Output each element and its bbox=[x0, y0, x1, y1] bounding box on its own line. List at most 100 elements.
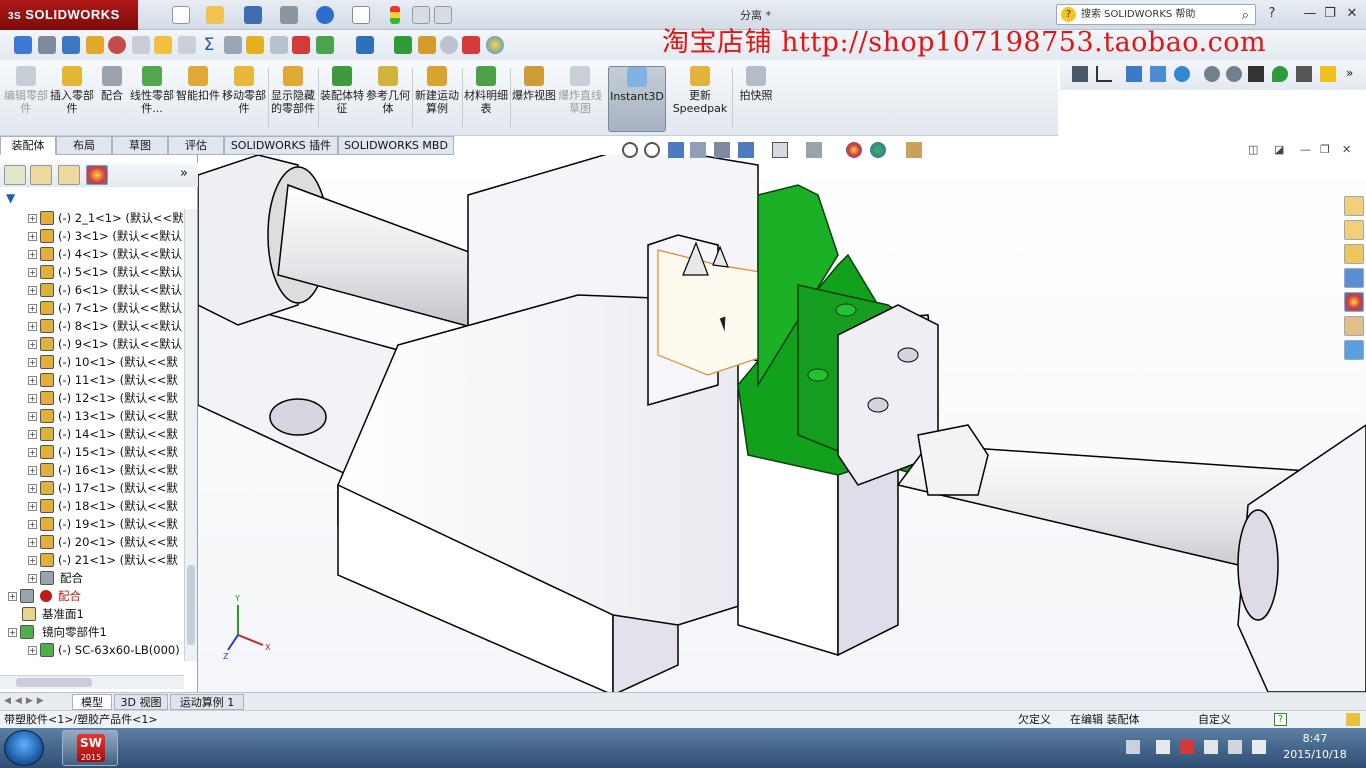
options-icon[interactable] bbox=[434, 6, 452, 24]
tree-node[interactable]: + (-) 16<1> (默认<<默 bbox=[0, 461, 184, 479]
assembly-visual-icon[interactable] bbox=[316, 36, 334, 54]
scroll-thumb[interactable] bbox=[187, 565, 195, 645]
security-tray-icon[interactable] bbox=[1180, 740, 1194, 754]
save-icon[interactable] bbox=[244, 6, 262, 24]
smart-fasteners-button[interactable]: 智能扣件 bbox=[176, 66, 220, 132]
restore-button[interactable]: ❐ bbox=[1320, 5, 1340, 23]
update-speedpak-button[interactable]: 更新Speedpak bbox=[670, 66, 730, 132]
status-custom-units[interactable]: 自定义 bbox=[1198, 711, 1231, 728]
filter-icon[interactable]: ▼ bbox=[6, 191, 15, 205]
expand-toggle-icon[interactable]: + bbox=[28, 268, 37, 277]
rebuild-traffic-light-icon[interactable] bbox=[390, 6, 400, 24]
show-hidden-components-button[interactable]: 显示隐藏的零部件 bbox=[270, 66, 316, 132]
symmetry-icon[interactable] bbox=[224, 36, 242, 54]
tree-node[interactable]: + (-) 8<1> (默认<<默认 bbox=[0, 317, 184, 335]
reference-geometry-button[interactable]: 参考几何体 bbox=[366, 66, 410, 132]
sum-icon[interactable]: Σ bbox=[200, 36, 218, 54]
taskbar-solidworks-app[interactable]: SW 2015 bbox=[62, 730, 118, 766]
custom-properties-icon[interactable] bbox=[1344, 316, 1364, 336]
performance-icon[interactable] bbox=[356, 36, 374, 54]
gear-icon[interactable] bbox=[1204, 66, 1220, 82]
expand-toggle-icon[interactable]: + bbox=[28, 250, 37, 259]
search-view-icon[interactable] bbox=[1344, 268, 1364, 288]
expand-toggle-icon[interactable]: + bbox=[28, 232, 37, 241]
expand-toggle-icon[interactable]: + bbox=[28, 484, 37, 493]
spring-icon[interactable] bbox=[1296, 66, 1312, 82]
help-status-icon[interactable]: ? bbox=[1274, 713, 1287, 726]
tree-node[interactable]: + (-) 9<1> (默认<<默认 bbox=[0, 335, 184, 353]
view-orientation-icon[interactable] bbox=[738, 142, 754, 158]
add-icon[interactable] bbox=[1320, 66, 1336, 82]
expand-toggle-icon[interactable]: + bbox=[28, 340, 37, 349]
expand-toggle-icon[interactable]: + bbox=[8, 592, 17, 601]
expand-toggle-icon[interactable]: + bbox=[28, 304, 37, 313]
key-icon[interactable] bbox=[1072, 66, 1088, 82]
tab-assembly[interactable]: 装配体 bbox=[0, 136, 56, 155]
viewport-restore-icon[interactable]: ❐ bbox=[1320, 143, 1330, 156]
tree-node[interactable]: + 配合 bbox=[0, 569, 184, 587]
statistics-icon[interactable] bbox=[270, 36, 288, 54]
viewport-close-icon[interactable]: ✕ bbox=[1342, 143, 1351, 156]
file-properties-icon[interactable] bbox=[412, 6, 430, 24]
scene-icon[interactable] bbox=[870, 142, 886, 158]
expand-toggle-icon[interactable]: + bbox=[28, 646, 37, 655]
assembly-model[interactable]: Y X Z bbox=[198, 155, 1366, 692]
tree-node[interactable]: + (-) 12<1> (默认<<默 bbox=[0, 389, 184, 407]
pin-icon[interactable] bbox=[1272, 66, 1288, 82]
bowl-icon[interactable] bbox=[1248, 66, 1264, 82]
expand-toggle-icon[interactable]: + bbox=[28, 376, 37, 385]
view-settings-icon[interactable] bbox=[906, 142, 922, 158]
viewport-minimize-icon[interactable]: — bbox=[1300, 143, 1311, 156]
tab-motion-study[interactable]: 运动算例 1 bbox=[170, 694, 244, 710]
tree-node[interactable]: + (-) 15<1> (默认<<默 bbox=[0, 443, 184, 461]
tree-node[interactable]: + (-) SC-63x60-LB(000) bbox=[0, 641, 184, 659]
clearance-icon[interactable] bbox=[178, 36, 196, 54]
tag-icon[interactable] bbox=[1346, 713, 1360, 726]
expand-toggle-icon[interactable]: + bbox=[28, 430, 37, 439]
tree-node[interactable]: + (-) 19<1> (默认<<默 bbox=[0, 515, 184, 533]
volume-icon[interactable] bbox=[1252, 740, 1266, 754]
expand-toggle-icon[interactable]: + bbox=[8, 628, 17, 637]
edit-appearance-icon[interactable] bbox=[846, 142, 862, 158]
zoom-area-icon[interactable] bbox=[644, 142, 660, 158]
chevron-right-icon[interactable]: » bbox=[1346, 66, 1362, 82]
expand-toggle-icon[interactable]: + bbox=[28, 574, 37, 583]
tab-addins[interactable]: SOLIDWORKS 插件 bbox=[224, 136, 338, 155]
explode-line-sketch-button[interactable]: 爆炸直线草图 bbox=[558, 66, 602, 132]
tab-mbd[interactable]: SOLIDWORKS MBD bbox=[338, 136, 454, 155]
tab-sketch[interactable]: 草图 bbox=[112, 136, 168, 155]
expand-toggle-icon[interactable]: + bbox=[28, 502, 37, 511]
tree-node[interactable]: + (-) 6<1> (默认<<默认 bbox=[0, 281, 184, 299]
mass-properties-icon[interactable] bbox=[62, 36, 80, 54]
tree-node[interactable]: + 镜向零部件1 bbox=[0, 623, 184, 641]
tree-node[interactable]: + (-) 14<1> (默认<<默 bbox=[0, 425, 184, 443]
disabled-tool-icon[interactable] bbox=[440, 36, 458, 54]
assembly-features-button[interactable]: 装配体特征 bbox=[320, 66, 364, 132]
undo-icon[interactable] bbox=[316, 6, 334, 24]
edit-component-button[interactable]: 编辑零部件 bbox=[4, 66, 48, 132]
hide-show-icon[interactable] bbox=[806, 142, 822, 158]
gear2-icon[interactable] bbox=[1226, 66, 1242, 82]
split-view-icon[interactable]: ◫ bbox=[1248, 143, 1258, 156]
expand-toggle-icon[interactable]: + bbox=[28, 538, 37, 547]
tree-node[interactable]: + (-) 13<1> (默认<<默 bbox=[0, 407, 184, 425]
network-tray-icon[interactable] bbox=[1156, 740, 1170, 754]
tree-node[interactable]: + (-) 17<1> (默认<<默 bbox=[0, 479, 184, 497]
tree-node[interactable]: + (-) 5<1> (默认<<默认 bbox=[0, 263, 184, 281]
tab-model[interactable]: 模型 bbox=[72, 694, 112, 710]
expand-toggle-icon[interactable]: + bbox=[28, 412, 37, 421]
linear-pattern-button[interactable]: 线性零部件... bbox=[130, 66, 174, 132]
tree-node[interactable]: + (-) 20<1> (默认<<默 bbox=[0, 533, 184, 551]
tree-horizontal-scrollbar[interactable] bbox=[0, 675, 184, 689]
tree-node[interactable]: + (-) 3<1> (默认<<默认 bbox=[0, 227, 184, 245]
instant3d-button[interactable]: Instant3D bbox=[608, 66, 666, 132]
print-icon[interactable] bbox=[280, 6, 298, 24]
graphics-area[interactable]: Y X Z bbox=[198, 155, 1366, 692]
tree-node[interactable]: 基准面1 bbox=[0, 605, 184, 623]
network-icon[interactable] bbox=[1150, 66, 1166, 82]
tab-evaluate[interactable]: 评估 bbox=[168, 136, 224, 155]
expand-toggle-icon[interactable]: + bbox=[28, 322, 37, 331]
new-document-icon[interactable] bbox=[172, 6, 190, 24]
tree-node[interactable]: + (-) 11<1> (默认<<默 bbox=[0, 371, 184, 389]
link-views-icon[interactable]: ◪ bbox=[1274, 143, 1284, 156]
